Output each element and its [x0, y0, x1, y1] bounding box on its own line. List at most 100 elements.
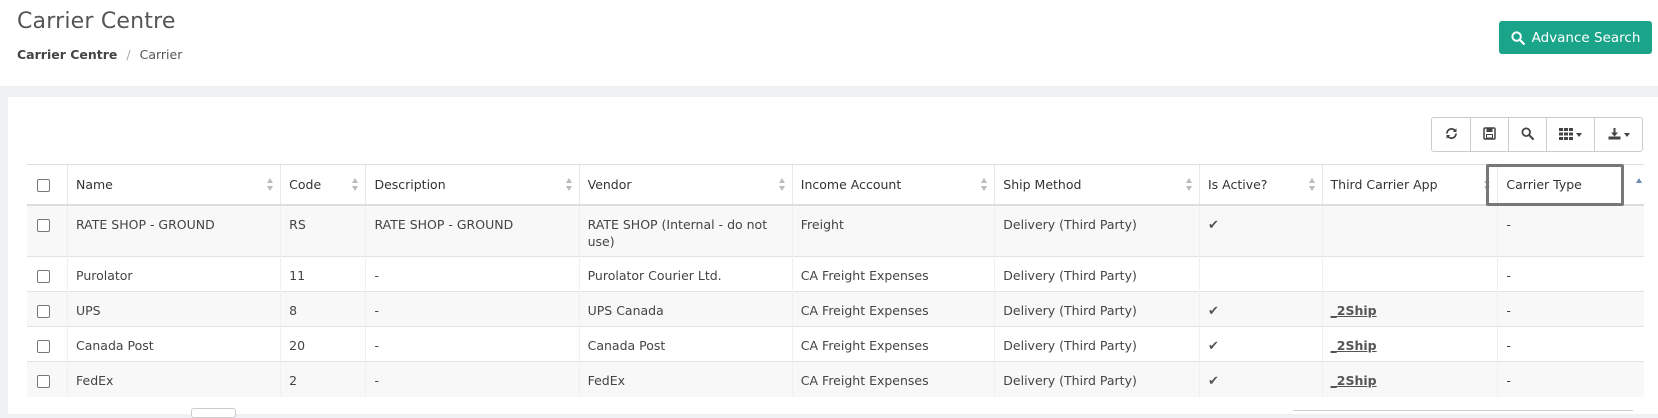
cell-third-carrier-app: _2Ship	[1321, 361, 1498, 397]
breadcrumb-root-link[interactable]: Carrier Centre	[17, 47, 117, 62]
columns-icon	[1559, 125, 1573, 144]
cell-ship-method: Delivery (Third Party)	[994, 361, 1200, 397]
cell-description: RATE SHOP - GROUND	[365, 204, 580, 257]
row-select-cell	[27, 326, 68, 362]
table-row[interactable]: FedEx 2 - FedEx CA Freight Expenses Deli…	[27, 361, 1644, 397]
select-all-checkbox[interactable]	[37, 178, 50, 192]
cell-carrier-type: -	[1497, 256, 1644, 292]
column-header-label: Ship Method	[1003, 176, 1082, 192]
cell-income-account: CA Freight Expenses	[791, 291, 995, 327]
search-icon	[1510, 30, 1525, 45]
third-carrier-app-link[interactable]: _2Ship	[1331, 338, 1377, 353]
cell-third-carrier-app: _2Ship	[1321, 326, 1498, 362]
row-select-cell	[27, 204, 68, 257]
cell-vendor: Canada Post	[578, 326, 793, 362]
table-search-button[interactable]	[1508, 118, 1546, 151]
row-select-cell	[27, 256, 68, 292]
page-size-select[interactable]	[191, 408, 236, 418]
sort-icon	[778, 178, 786, 192]
table-row[interactable]: Canada Post 20 - Canada Post CA Freight …	[27, 326, 1644, 362]
row-checkbox[interactable]	[37, 218, 50, 232]
cell-name: Purolator	[66, 256, 281, 292]
cell-is-active	[1198, 256, 1323, 292]
cell-third-carrier-app	[1321, 204, 1498, 257]
cell-ship-method: Delivery (Third Party)	[994, 256, 1200, 292]
cell-income-account: CA Freight Expenses	[791, 361, 995, 397]
column-header-label: Is Active?	[1207, 176, 1268, 192]
row-checkbox[interactable]	[37, 340, 50, 353]
check-icon: ✔	[1207, 374, 1219, 389]
cell-code: 2	[280, 361, 366, 397]
refresh-button[interactable]	[1432, 118, 1470, 151]
select-all-cell	[27, 164, 68, 206]
save-icon	[1483, 125, 1496, 144]
cell-code: 11	[280, 256, 366, 292]
column-header-income-account[interactable]: Income Account	[791, 164, 995, 206]
column-header-third-carrier-app[interactable]: Third Carrier App	[1321, 164, 1498, 206]
cell-carrier-type: -	[1497, 361, 1644, 397]
row-select-cell	[27, 361, 68, 397]
chevron-down-icon	[1576, 132, 1582, 137]
row-checkbox[interactable]	[37, 375, 50, 388]
cell-description: -	[365, 291, 580, 327]
cell-income-account: Freight	[791, 204, 995, 257]
sort-icon	[565, 178, 573, 192]
column-header-ship-method[interactable]: Ship Method	[994, 164, 1200, 206]
column-header-label: Name	[76, 176, 113, 192]
search-icon	[1521, 125, 1534, 144]
table-header-row: Name Code Description Vendor Income Acco…	[27, 164, 1644, 206]
cell-third-carrier-app	[1321, 256, 1498, 292]
save-button[interactable]	[1470, 118, 1508, 151]
cell-code: 8	[280, 291, 366, 327]
cell-carrier-type: -	[1497, 204, 1644, 257]
cell-name: Canada Post	[66, 326, 281, 362]
row-checkbox[interactable]	[37, 305, 50, 318]
cell-is-active: ✔	[1198, 326, 1323, 362]
table-row[interactable]: RATE SHOP - GROUND RS RATE SHOP - GROUND…	[27, 204, 1644, 257]
columns-toggle-button[interactable]	[1546, 118, 1594, 151]
row-checkbox[interactable]	[37, 270, 50, 283]
breadcrumb-separator: /	[126, 47, 131, 62]
check-icon: ✔	[1207, 304, 1219, 319]
column-header-code[interactable]: Code	[280, 164, 366, 206]
sort-icon	[1308, 178, 1316, 192]
cell-code: RS	[280, 204, 366, 257]
table-row[interactable]: UPS 8 - UPS Canada CA Freight Expenses D…	[27, 291, 1644, 327]
column-header-carrier-type[interactable]: Carrier Type	[1497, 164, 1644, 206]
sort-icon	[1185, 178, 1193, 192]
cell-description: -	[365, 361, 580, 397]
cell-name: RATE SHOP - GROUND	[66, 204, 281, 257]
sort-icon	[980, 178, 988, 192]
cell-income-account: CA Freight Expenses	[791, 256, 995, 292]
advance-search-button[interactable]: Advance Search	[1499, 21, 1652, 54]
table-row[interactable]: Purolator 11 - Purolator Courier Ltd. CA…	[27, 256, 1644, 292]
column-header-label: Carrier Type	[1506, 176, 1582, 192]
breadcrumb: Carrier Centre / Carrier	[17, 47, 182, 62]
cell-vendor: UPS Canada	[578, 291, 793, 327]
breadcrumb-current: Carrier	[139, 47, 183, 62]
cell-description: -	[365, 326, 580, 362]
cell-name: UPS	[66, 291, 281, 327]
cell-is-active: ✔	[1198, 361, 1323, 397]
page-header: Carrier Centre Carrier Centre / Carrier Ad…	[0, 0, 1658, 86]
chevron-down-icon	[1623, 132, 1630, 137]
column-header-is-active[interactable]: Is Active?	[1198, 164, 1323, 206]
page-title: Carrier Centre	[17, 9, 176, 34]
third-carrier-app-link[interactable]: _2Ship	[1331, 303, 1377, 318]
column-header-vendor[interactable]: Vendor	[578, 164, 793, 206]
sort-icon	[351, 178, 359, 192]
cell-ship-method: Delivery (Third Party)	[994, 291, 1200, 327]
column-header-description[interactable]: Description	[365, 164, 580, 206]
column-header-label: Income Account	[800, 176, 902, 192]
pagination[interactable]	[1293, 410, 1633, 418]
cell-ship-method: Delivery (Third Party)	[994, 326, 1200, 362]
third-carrier-app-link[interactable]: _2Ship	[1331, 373, 1377, 388]
cell-third-carrier-app: _2Ship	[1321, 291, 1498, 327]
cell-vendor: FedEx	[578, 361, 793, 397]
sort-icon	[266, 178, 274, 192]
cell-is-active: ✔	[1198, 291, 1323, 327]
column-header-label: Description	[374, 176, 446, 192]
sort-ascending-icon	[1636, 178, 1642, 183]
export-button[interactable]	[1594, 118, 1642, 151]
column-header-name[interactable]: Name	[66, 164, 281, 206]
